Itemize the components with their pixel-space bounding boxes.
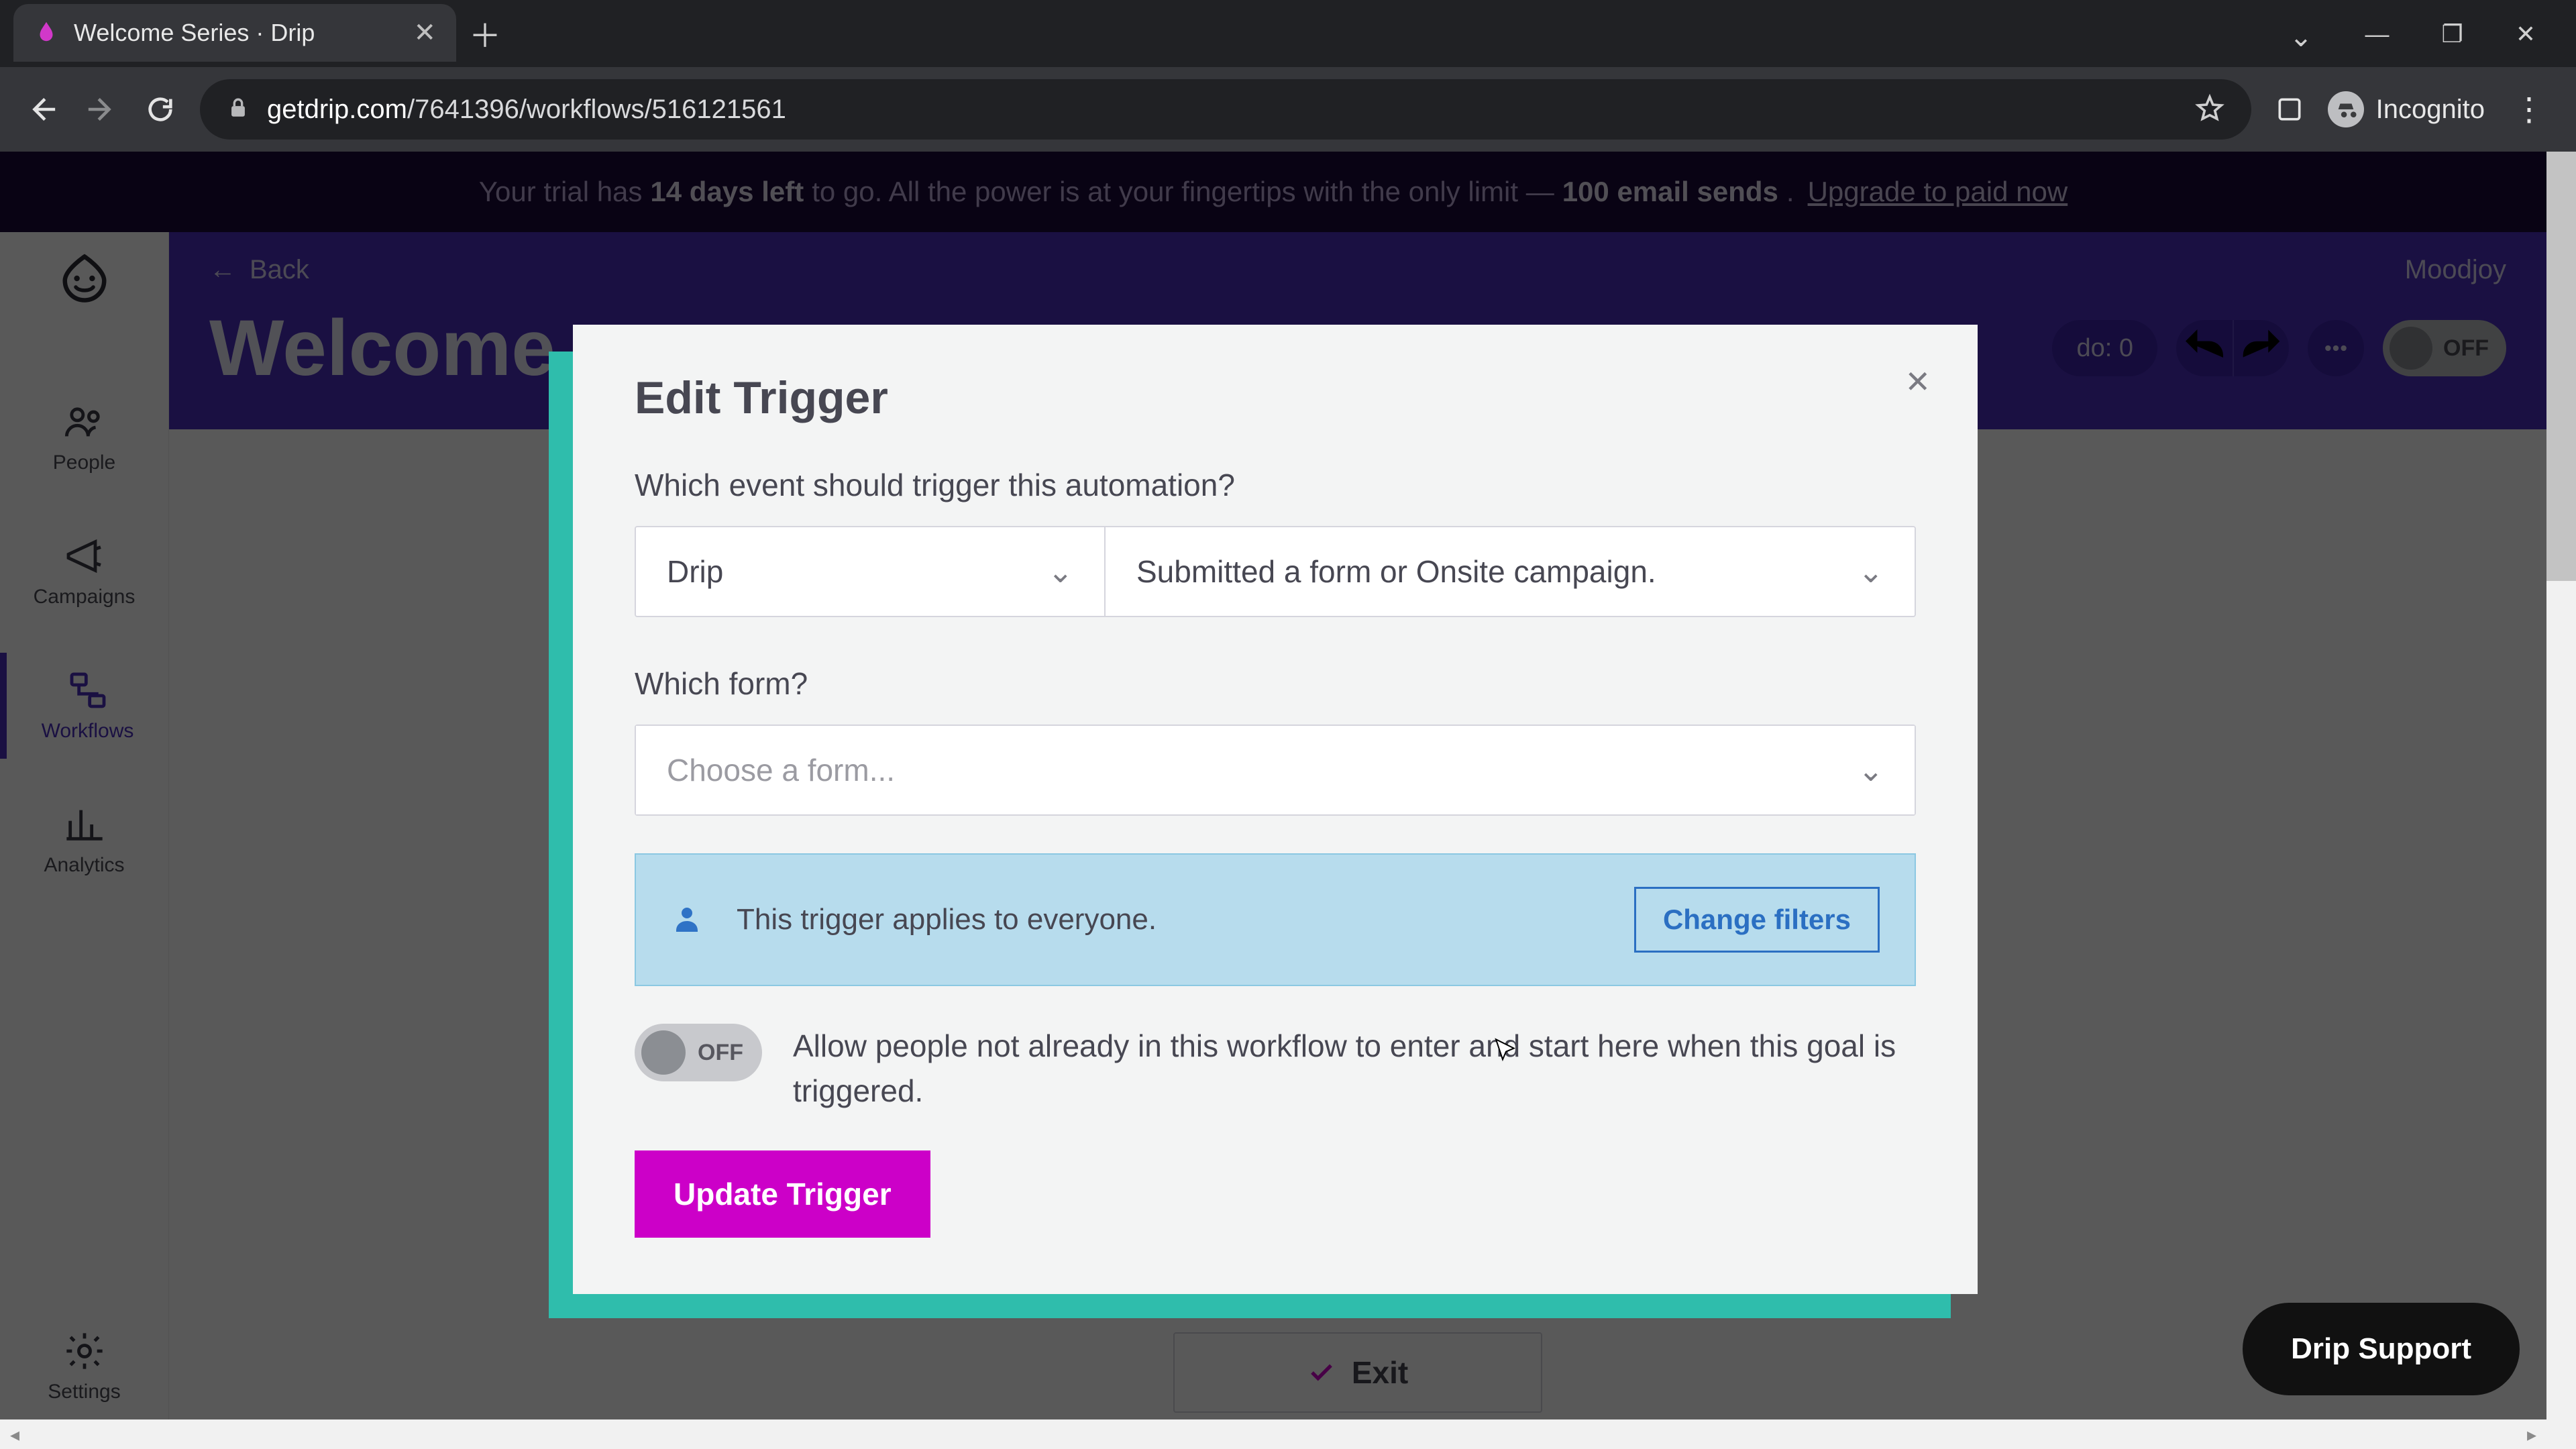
tab-close-icon[interactable]: ✕: [413, 17, 436, 48]
chevron-down-icon: ⌄: [1858, 553, 1884, 590]
browser-toolbar: getdrip.com/7641396/workflows/516121561 …: [0, 67, 2576, 152]
incognito-label: Incognito: [2376, 95, 2485, 125]
modal-title: Edit Trigger: [635, 372, 1916, 424]
page-viewport: Your trial has 14 days left to go. All t…: [0, 152, 2576, 1449]
scroll-left-icon[interactable]: ◂: [0, 1419, 30, 1449]
edit-trigger-modal: Edit Trigger ✕ Which event should trigge…: [549, 325, 1978, 1294]
allow-entry-description: Allow people not already in this workflo…: [793, 1024, 1916, 1113]
incognito-icon: [2328, 91, 2364, 127]
vertical-scrollbar[interactable]: [2546, 152, 2576, 1449]
new-tab-button[interactable]: ＋: [456, 4, 514, 62]
provider-select[interactable]: Drip ⌄: [636, 527, 1106, 616]
question-form: Which form?: [635, 665, 1916, 702]
nav-reload-button[interactable]: [141, 90, 180, 129]
person-icon: [671, 902, 703, 938]
modal-close-icon[interactable]: ✕: [1904, 364, 1931, 400]
mouse-cursor-icon: [1493, 1037, 1519, 1067]
change-filters-button[interactable]: Change filters: [1634, 887, 1880, 953]
bookmark-star-icon[interactable]: [2195, 93, 2224, 126]
browser-tab[interactable]: Welcome Series · Drip ✕: [13, 4, 456, 62]
window-close-icon[interactable]: ✕: [2516, 20, 2536, 53]
scroll-right-icon[interactable]: ▸: [2517, 1419, 2546, 1449]
horizontal-scrollbar[interactable]: ◂ ▸: [0, 1419, 2546, 1449]
drip-support-button[interactable]: Drip Support: [2243, 1303, 2520, 1395]
chrome-menu-icon[interactable]: ⋮: [2505, 91, 2553, 128]
url-text: getdrip.com/7641396/workflows/516121561: [267, 95, 786, 125]
filter-info-box: This trigger applies to everyone. Change…: [635, 853, 1916, 986]
scroll-thumb[interactable]: [2546, 152, 2576, 581]
question-event: Which event should trigger this automati…: [635, 467, 1916, 503]
window-maximize-icon[interactable]: ❐: [2442, 20, 2463, 53]
allow-entry-toggle[interactable]: OFF: [635, 1024, 762, 1081]
chevron-down-icon: ⌄: [1047, 553, 1073, 590]
event-select[interactable]: Submitted a form or Onsite campaign. ⌄: [1106, 527, 1915, 616]
address-bar[interactable]: getdrip.com/7641396/workflows/516121561: [200, 79, 2251, 140]
window-minimize-icon[interactable]: ―: [2365, 20, 2390, 53]
form-select[interactable]: Choose a form... ⌄: [636, 726, 1915, 814]
tab-title: Welcome Series · Drip: [74, 19, 398, 47]
chevron-down-icon: ⌄: [1858, 752, 1884, 788]
filter-text: This trigger applies to everyone.: [737, 903, 1601, 936]
toggle-knob-icon: [641, 1030, 686, 1075]
drip-favicon-icon: [34, 19, 59, 48]
nav-forward-button[interactable]: [82, 90, 121, 129]
window-titlebar: Welcome Series · Drip ✕ ＋ ⌄ ― ❐ ✕: [0, 0, 2576, 67]
window-controls: ⌄ ― ❐ ✕: [2289, 0, 2576, 53]
extensions-icon[interactable]: [2271, 91, 2308, 127]
update-trigger-button[interactable]: Update Trigger: [635, 1150, 930, 1238]
tab-search-icon[interactable]: ⌄: [2289, 20, 2312, 53]
nav-back-button[interactable]: [23, 90, 62, 129]
lock-icon: [227, 97, 250, 123]
profile-incognito[interactable]: Incognito: [2328, 91, 2485, 127]
